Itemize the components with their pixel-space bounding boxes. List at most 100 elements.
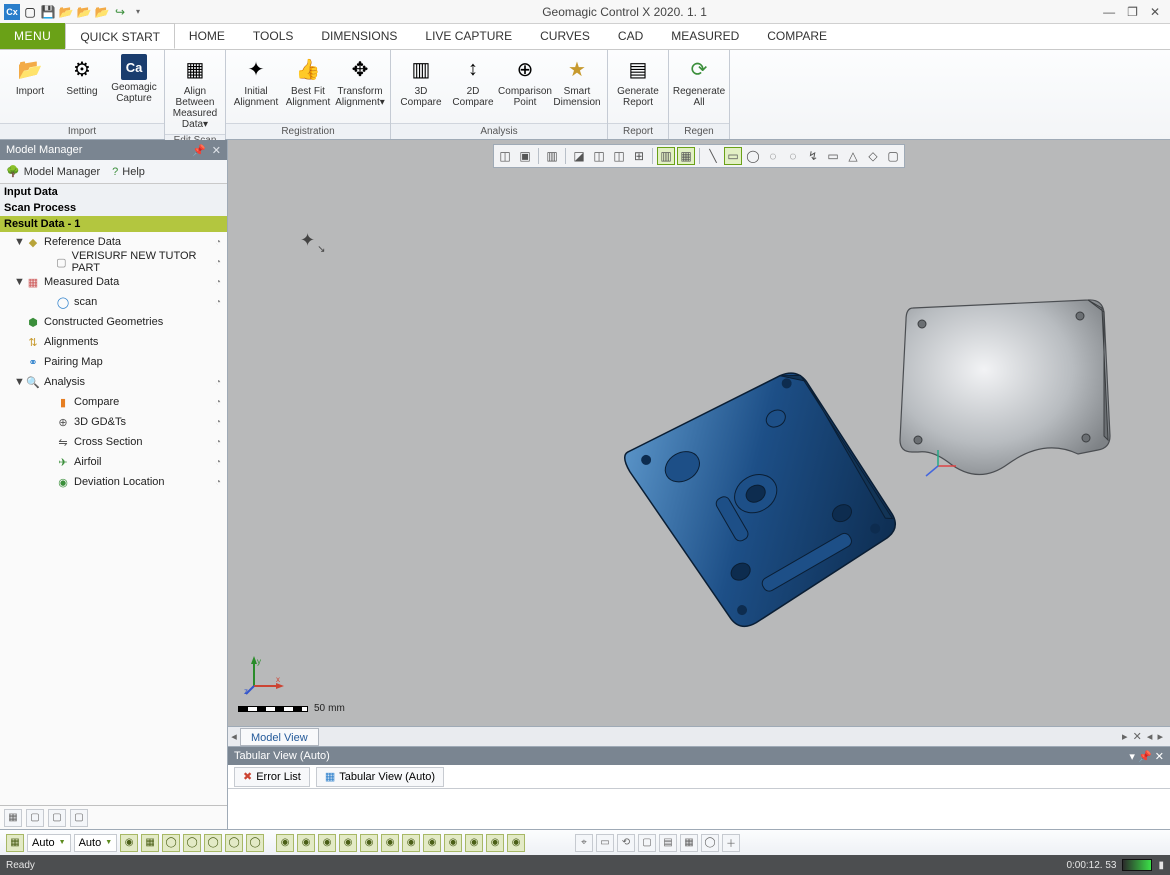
open-icon[interactable]: 📂: [58, 4, 74, 20]
ribbon-btn-4-0[interactable]: ▤Generate Report: [614, 54, 662, 108]
view-box-icon[interactable]: ▣: [516, 147, 534, 165]
view-persp-icon[interactable]: ◪: [570, 147, 588, 165]
tab-measured[interactable]: MEASURED: [657, 23, 753, 49]
visibility-icon[interactable]: ◔: [215, 437, 221, 448]
view-lasso-icon[interactable]: ◌: [764, 147, 782, 165]
view-ortho-icon[interactable]: ◫: [590, 147, 608, 165]
bt-r-1[interactable]: ⌖: [575, 834, 593, 852]
bt-r-5[interactable]: ▤: [659, 834, 677, 852]
ribbon-btn-2-1[interactable]: 👍Best Fit Alignment: [284, 54, 332, 108]
visibility-icon[interactable]: ◔: [215, 237, 221, 248]
tree-row-6[interactable]: ⚭Pairing Map: [0, 352, 227, 372]
footer-btn-2[interactable]: ▢: [26, 809, 44, 827]
bt-r-6[interactable]: ▦: [680, 834, 698, 852]
tab-model-manager[interactable]: 🌳Model Manager: [6, 165, 100, 178]
ribbon-btn-0-0[interactable]: 📂Import: [6, 54, 54, 104]
bt-btn-12[interactable]: ◉: [339, 834, 357, 852]
tab-tools[interactable]: TOOLS: [239, 23, 307, 49]
tree-row-4[interactable]: ⬢Constructed Geometries: [0, 312, 227, 332]
bt-r-7[interactable]: ◯: [701, 834, 719, 852]
view-rect-icon[interactable]: ▭: [724, 147, 742, 165]
ribbon-btn-3-0[interactable]: ▥3D Compare: [397, 54, 445, 108]
bt-btn-8[interactable]: ◯: [246, 834, 264, 852]
bt-r-3[interactable]: ⟲: [617, 834, 635, 852]
maximize-button[interactable]: ❐: [1127, 5, 1138, 19]
tree-row-7[interactable]: ▼🔍Analysis◔: [0, 372, 227, 392]
tab-tabular-view[interactable]: ▦Tabular View (Auto): [316, 767, 444, 787]
view-tab-controls[interactable]: ▸ ✕ ◂ ▸: [1122, 730, 1170, 743]
tree-row-5[interactable]: ⇅Alignments: [0, 332, 227, 352]
ribbon-btn-2-0[interactable]: ✦Initial Alignment: [232, 54, 280, 108]
bt-r-2[interactable]: ▭: [596, 834, 614, 852]
visibility-icon[interactable]: ◔: [215, 417, 221, 428]
view-tab-model[interactable]: Model View: [240, 728, 319, 746]
tab-home[interactable]: HOME: [175, 23, 239, 49]
view-ext3-icon[interactable]: ▢: [884, 147, 902, 165]
tabular-close-icon[interactable]: ✕: [1155, 751, 1164, 763]
tabular-pin-icon[interactable]: 📌: [1138, 751, 1152, 763]
open2-icon[interactable]: 📂: [76, 4, 92, 20]
view-iso-icon[interactable]: ◫: [496, 147, 514, 165]
ribbon-btn-0-2[interactable]: CaGeomagic Capture: [110, 54, 158, 104]
tab-quick-start[interactable]: QUICK START: [65, 23, 175, 49]
view-brush-icon[interactable]: ↯: [804, 147, 822, 165]
tree-row-9[interactable]: ⊕3D GD&Ts◔: [0, 412, 227, 432]
tree-row-10[interactable]: ⇋Cross Section◔: [0, 432, 227, 452]
tree-row-3[interactable]: ◯scan◔: [0, 292, 227, 312]
bt-btn-10[interactable]: ◉: [297, 834, 315, 852]
tab-error-list[interactable]: ✖Error List: [234, 767, 310, 787]
tree-row-2[interactable]: ▼▦Measured Data◔: [0, 272, 227, 292]
tree-row-1[interactable]: ▢VERISURF NEW TUTOR PART◔: [0, 252, 227, 272]
qat-dropdown-icon[interactable]: ▾: [130, 4, 146, 20]
bt-btn-5[interactable]: ◯: [183, 834, 201, 852]
bt-btn-7[interactable]: ◯: [225, 834, 243, 852]
view-tab-left-icon[interactable]: ◂: [228, 730, 240, 743]
tab-help[interactable]: ?Help: [112, 166, 145, 178]
bt-btn-20[interactable]: ◉: [507, 834, 525, 852]
view-split-icon[interactable]: ◫: [610, 147, 628, 165]
tab-live-capture[interactable]: LIVE CAPTURE: [411, 23, 526, 49]
view-sel-a-icon[interactable]: ▥: [657, 147, 675, 165]
tree-row-12[interactable]: ◉Deviation Location◔: [0, 472, 227, 492]
tree-row-8[interactable]: ▮Compare◔: [0, 392, 227, 412]
bt-auto-2[interactable]: Auto▼: [74, 834, 118, 852]
open3-icon[interactable]: 📂: [94, 4, 110, 20]
tree-row-0[interactable]: ▼◆Reference Data◔: [0, 232, 227, 252]
menu-button[interactable]: MENU: [0, 23, 65, 49]
bt-btn-4[interactable]: ◯: [162, 834, 180, 852]
view-ext-icon[interactable]: △: [844, 147, 862, 165]
view-ext2-icon[interactable]: ◇: [864, 147, 882, 165]
ribbon-btn-1-0[interactable]: ▦Align Between Measured Data▾: [171, 54, 219, 130]
visibility-icon[interactable]: ◔: [215, 457, 221, 468]
view-grid-icon[interactable]: ⊞: [630, 147, 648, 165]
tabular-dd-icon[interactable]: ▾: [1129, 751, 1135, 763]
minimize-button[interactable]: —: [1103, 5, 1115, 19]
bt-btn-13[interactable]: ◉: [360, 834, 378, 852]
viewport-3d[interactable]: ◫ ▣ ▥ ◪ ◫ ◫ ⊞ ▥ ▦ ╲ ▭ ◯ ◌ ◌ ↯ ▭ △: [228, 140, 1170, 726]
bt-auto-1[interactable]: Auto▼: [27, 834, 71, 852]
view-poly-icon[interactable]: ◌: [784, 147, 802, 165]
bt-btn-11[interactable]: ◉: [318, 834, 336, 852]
view-sel-b-icon[interactable]: ▦: [677, 147, 695, 165]
ribbon-btn-5-0[interactable]: ⟳Regenerate All: [675, 54, 723, 108]
bt-btn-9[interactable]: ◉: [276, 834, 294, 852]
bt-btn-15[interactable]: ◉: [402, 834, 420, 852]
new-icon[interactable]: ▢: [22, 4, 38, 20]
ribbon-btn-3-3[interactable]: ★Smart Dimension: [553, 54, 601, 108]
bt-btn-3[interactable]: ▦: [141, 834, 159, 852]
bt-r-8[interactable]: ＋: [722, 834, 740, 852]
tab-compare[interactable]: COMPARE: [753, 23, 841, 49]
save-icon[interactable]: 💾: [40, 4, 56, 20]
visibility-icon[interactable]: ◔: [215, 377, 221, 388]
ribbon-btn-0-1[interactable]: ⚙Setting: [58, 54, 106, 104]
visibility-icon[interactable]: ◔: [215, 397, 221, 408]
view-circ-icon[interactable]: ◯: [744, 147, 762, 165]
view-line-icon[interactable]: ╲: [704, 147, 722, 165]
visibility-icon[interactable]: ◔: [215, 257, 221, 268]
panel-close-icon[interactable]: ✕: [212, 144, 221, 157]
pin-icon[interactable]: 📌: [192, 144, 206, 157]
bt-btn-14[interactable]: ◉: [381, 834, 399, 852]
visibility-icon[interactable]: ◔: [215, 477, 221, 488]
footer-btn-4[interactable]: ▢: [70, 809, 88, 827]
tree-header-scan[interactable]: Scan Process: [0, 200, 227, 216]
